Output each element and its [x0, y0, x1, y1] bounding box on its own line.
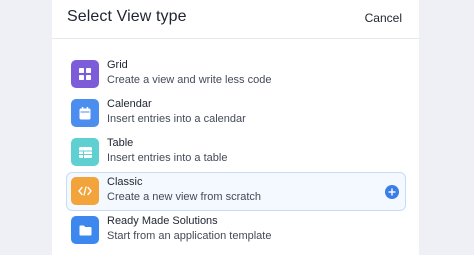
code-icon — [71, 177, 99, 205]
view-type-label: Table — [107, 137, 134, 149]
view-type-label: Calendar — [107, 98, 152, 110]
select-view-type-dialog: Select View type Cancel Grid Create a vi… — [52, 0, 419, 255]
view-type-label: Grid — [107, 59, 128, 71]
view-type-description: Insert entries into a calendar — [107, 113, 246, 125]
view-type-description: Create a view and write less code — [107, 74, 272, 86]
add-icon[interactable] — [385, 185, 399, 199]
view-type-grid[interactable]: Grid Create a view and write less code — [66, 55, 406, 94]
view-type-classic[interactable]: Classic Create a new view from scratch — [66, 172, 406, 211]
dialog-header: Select View type Cancel — [52, 0, 419, 39]
folder-icon — [71, 216, 99, 244]
view-type-description: Insert entries into a table — [107, 152, 228, 164]
view-type-list: Grid Create a view and write less code C… — [66, 55, 406, 250]
view-type-calendar[interactable]: Calendar Insert entries into a calendar — [66, 94, 406, 133]
view-type-table[interactable]: Table Insert entries into a table — [66, 133, 406, 172]
view-type-description: Start from an application template — [107, 230, 272, 242]
view-type-ready-made-solutions[interactable]: Ready Made Solutions Start from an appli… — [66, 211, 406, 250]
cancel-button[interactable]: Cancel — [365, 11, 402, 25]
view-type-label: Ready Made Solutions — [107, 215, 218, 227]
view-type-description: Create a new view from scratch — [107, 191, 262, 203]
calendar-icon — [71, 99, 99, 127]
view-type-label: Classic — [107, 176, 143, 188]
table-icon — [71, 138, 99, 166]
dialog-title: Select View type — [67, 8, 187, 25]
grid-icon — [71, 60, 99, 88]
